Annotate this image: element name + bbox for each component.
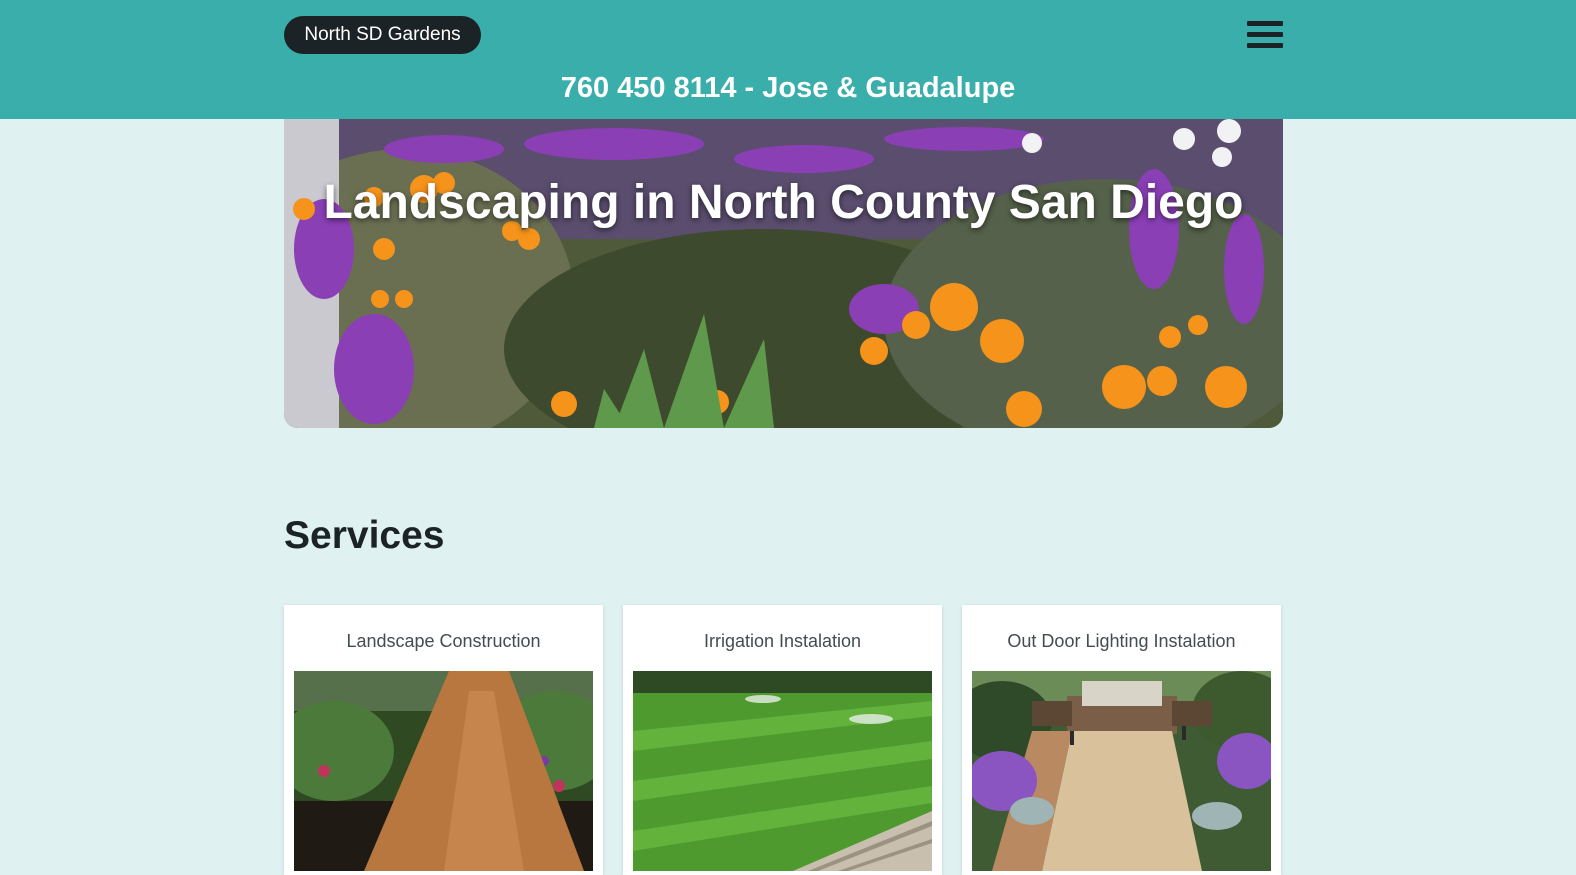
service-card-title: Out Door Lighting Instalation bbox=[1007, 631, 1236, 651]
hamburger-menu-icon[interactable] bbox=[1247, 19, 1283, 51]
services-heading: Services bbox=[284, 514, 445, 557]
phone-contact-line: 760 450 8114 - Jose & Guadalupe bbox=[560, 72, 1016, 104]
patio-lighting-photo bbox=[972, 671, 1271, 871]
site-header: North SD Gardens 760 450 8114 - Jose & G… bbox=[0, 0, 1576, 119]
service-card-irrigation[interactable]: Irrigation Instalation bbox=[623, 605, 942, 875]
lawn-sprinkler-photo bbox=[633, 671, 932, 871]
service-card-title: Irrigation Instalation bbox=[703, 631, 862, 651]
hero-banner: Landscaping in North County San Diego bbox=[284, 119, 1283, 428]
hero-title: Landscaping in North County San Diego bbox=[323, 176, 1244, 229]
flower-garden-photo bbox=[284, 119, 1283, 428]
brand-logo-button[interactable]: North SD Gardens bbox=[284, 16, 481, 54]
service-card-landscape-construction[interactable]: Landscape Construction bbox=[284, 605, 603, 875]
service-card-title: Landscape Construction bbox=[346, 631, 541, 651]
service-card-outdoor-lighting[interactable]: Out Door Lighting Instalation bbox=[962, 605, 1281, 875]
stone-walkway-photo bbox=[294, 671, 593, 871]
